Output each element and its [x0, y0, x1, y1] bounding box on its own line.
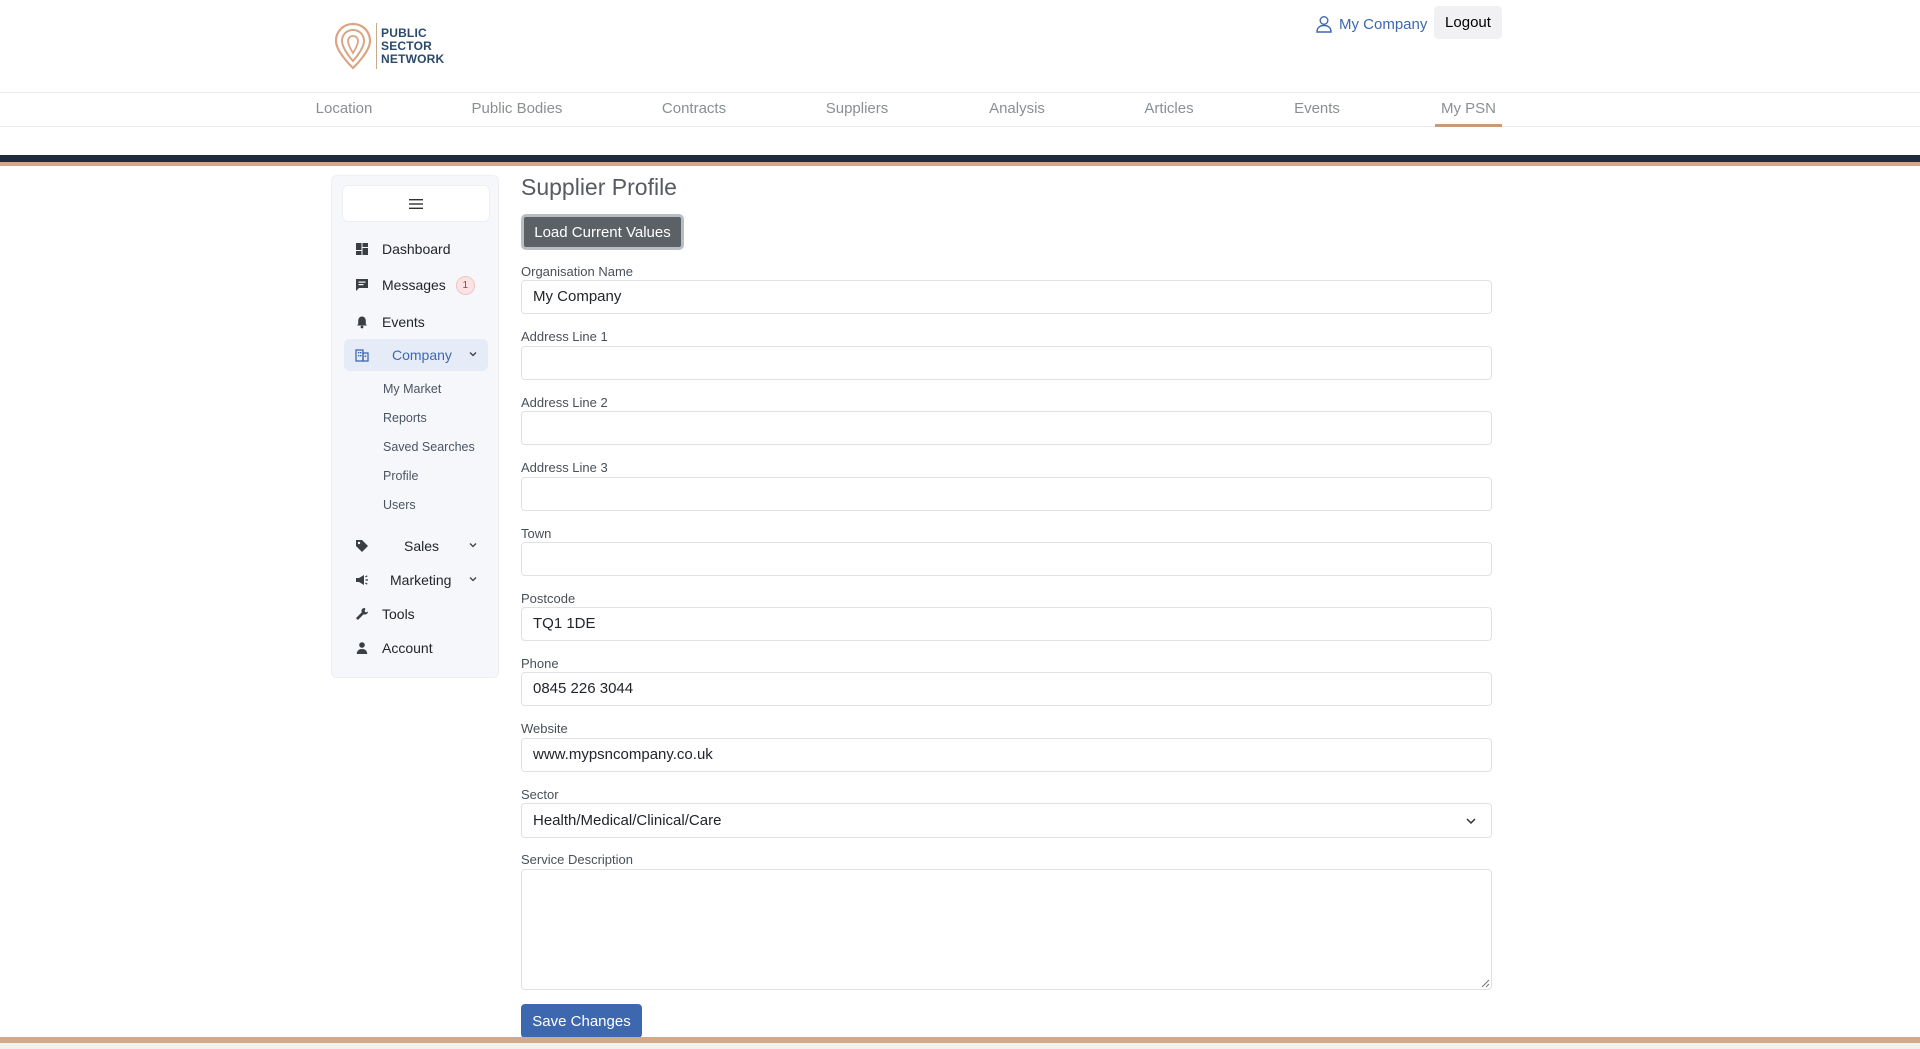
sidebar-item-label: Events [382, 314, 425, 330]
logo-line-3: NETWORK [381, 51, 445, 66]
sidebar-item-company[interactable]: Company [344, 339, 488, 371]
chevron-down-icon [469, 577, 477, 582]
sidebar-item-label: Dashboard [382, 241, 451, 257]
chat-icon [354, 277, 370, 293]
address-line-1-label: Address Line 1 [521, 329, 608, 344]
my-company-link[interactable]: My Company [1315, 10, 1427, 38]
nav-my-psn[interactable]: My PSN [1435, 93, 1502, 127]
sidebar-subitem-reports[interactable]: Reports [383, 411, 427, 425]
sidebar-item-sales[interactable]: Sales [344, 530, 488, 562]
megaphone-icon [354, 572, 370, 588]
sidebar-item-dashboard[interactable]: Dashboard [344, 233, 488, 265]
sector-select[interactable]: Health/Medical/Clinical/Care [521, 803, 1492, 838]
tag-icon [354, 538, 370, 554]
location-pin-logo-icon [334, 22, 372, 70]
postcode-label: Postcode [521, 591, 576, 606]
nav-contracts[interactable]: Contracts [660, 93, 728, 127]
sidebar-item-account[interactable]: Account [344, 632, 488, 664]
sidebar-item-label: Company [392, 347, 452, 363]
building-icon [354, 347, 370, 363]
address-line-2-label: Address Line 2 [521, 395, 608, 410]
sidebar-item-label: Messages [382, 277, 446, 293]
org-name-label: Organisation Name [521, 264, 633, 279]
website-label: Website [521, 721, 568, 736]
sidebar-subitem-my-market[interactable]: My Market [383, 382, 441, 396]
my-company-label: My Company [1339, 15, 1428, 33]
nav-public-bodies[interactable]: Public Bodies [468, 93, 566, 127]
psn-logo[interactable]: PUBLIC SECTOR NETWORK [334, 20, 450, 72]
phone-input[interactable]: 0845 226 3044 [521, 672, 1492, 706]
logo-divider [376, 23, 377, 69]
header-stripe-dark [0, 155, 1920, 162]
sidebar-item-tools[interactable]: Tools [344, 598, 488, 630]
sector-label: Sector [521, 787, 559, 802]
nav-suppliers[interactable]: Suppliers [824, 93, 890, 127]
town-input[interactable] [521, 542, 1492, 576]
postcode-input[interactable]: TQ1 1DE [521, 607, 1492, 641]
sidebar-item-marketing[interactable]: Marketing [344, 564, 488, 596]
messages-count-badge: 1 [455, 275, 475, 295]
sidebar-subitem-users[interactable]: Users [383, 498, 416, 512]
user-icon [1316, 16, 1332, 33]
sidebar-item-label: Sales [404, 538, 440, 554]
address-line-3-input[interactable] [521, 477, 1492, 511]
nav-events[interactable]: Events [1292, 93, 1342, 127]
sidebar-item-label: Tools [382, 606, 415, 622]
sidebar-item-label: Marketing [390, 572, 452, 588]
sidebar-toggle-button[interactable] [342, 185, 490, 222]
sidebar-subitem-profile[interactable]: Profile [383, 469, 418, 483]
chevron-down-icon [469, 543, 477, 548]
footer-strip [0, 1043, 1920, 1049]
address-line-2-input[interactable] [521, 411, 1492, 445]
chevron-down-icon [469, 352, 477, 357]
logo-line-1: PUBLIC [381, 25, 427, 40]
sector-selected-value: Health/Medical/Clinical/Care [533, 812, 722, 829]
sidebar-item-events[interactable]: Events [344, 306, 488, 338]
dashboard-icon [354, 241, 370, 257]
logo-text: PUBLIC SECTOR NETWORK [381, 25, 445, 66]
service-description-textarea[interactable] [521, 869, 1492, 990]
logout-button[interactable]: Logout [1434, 6, 1502, 39]
chevron-down-icon [1466, 818, 1476, 825]
top-header: PUBLIC SECTOR NETWORK My Company Logout [0, 0, 1920, 92]
phone-label: Phone [521, 656, 559, 671]
nav-articles[interactable]: Articles [1143, 93, 1195, 127]
org-name-input[interactable]: My Company [521, 280, 1492, 314]
load-current-values-button[interactable]: Load Current Values [521, 214, 684, 250]
service-description-label: Service Description [521, 852, 633, 867]
nav-location[interactable]: Location [312, 93, 376, 127]
town-label: Town [521, 526, 552, 541]
page-title: Supplier Profile [521, 174, 677, 200]
logo-line-2: SECTOR [381, 38, 432, 53]
nav-analysis[interactable]: Analysis [986, 93, 1048, 127]
sidebar-item-label: Account [382, 640, 433, 656]
bell-icon [354, 314, 370, 330]
save-changes-button[interactable]: Save Changes [521, 1004, 642, 1038]
main-nav: Location Public Bodies Contracts Supplie… [0, 92, 1920, 127]
address-line-1-input[interactable] [521, 346, 1492, 380]
person-icon [354, 640, 370, 656]
sidebar-subitem-saved-searches[interactable]: Saved Searches [383, 440, 475, 454]
website-input[interactable]: www.mypsncompany.co.uk [521, 738, 1492, 772]
resize-handle-icon[interactable] [1481, 979, 1490, 988]
sidebar: Dashboard Messages 1 Events Company My M… [331, 175, 499, 678]
wrench-icon [354, 606, 370, 622]
header-stripe-accent [0, 162, 1920, 166]
address-line-3-label: Address Line 3 [521, 460, 608, 475]
sidebar-item-messages[interactable]: Messages 1 [344, 269, 488, 301]
hamburger-menu-icon [409, 198, 423, 209]
